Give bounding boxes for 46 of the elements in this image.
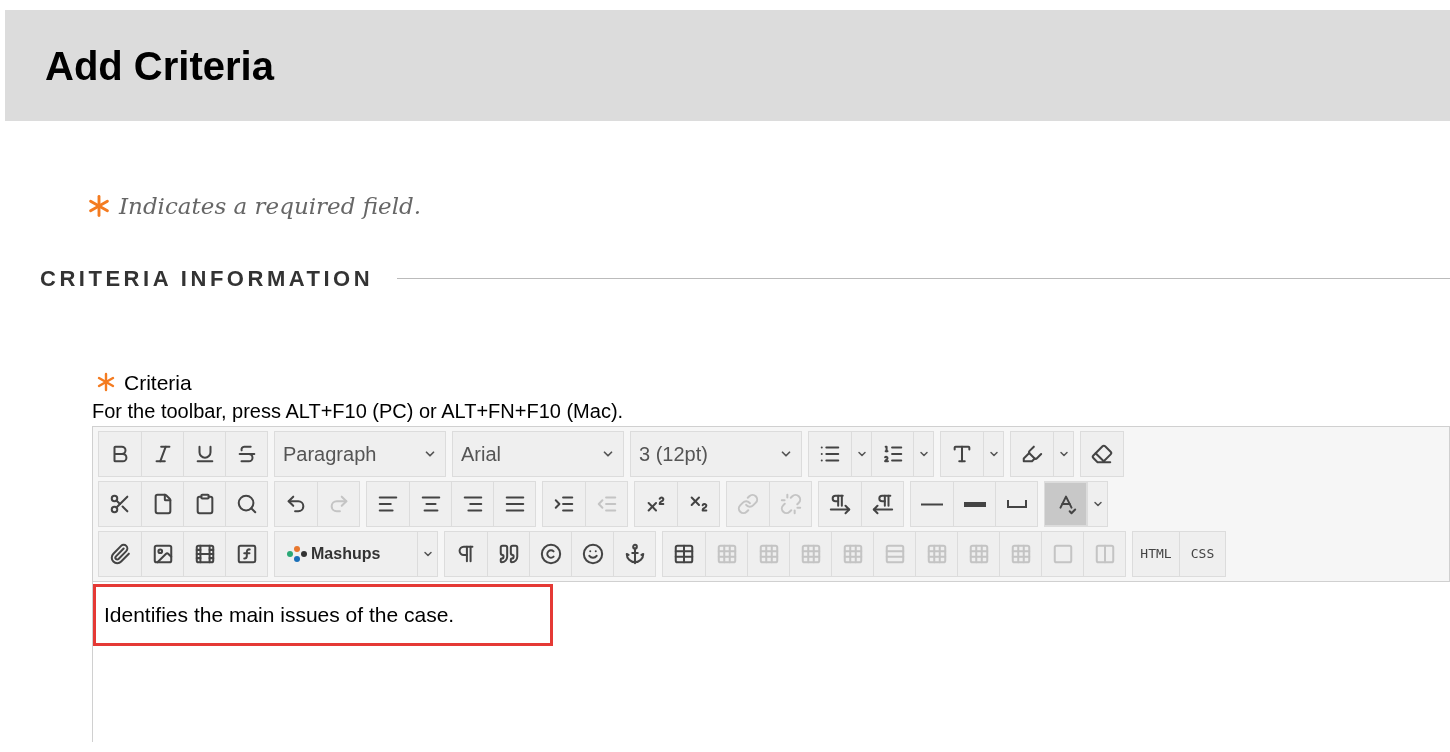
link-icon	[737, 493, 759, 515]
toolbar-button[interactable]	[1045, 482, 1087, 526]
smiley-icon	[581, 543, 604, 565]
highlighter-icon	[1021, 443, 1043, 465]
film-icon	[193, 543, 216, 565]
pilcrow-right-icon	[829, 493, 851, 515]
search-icon	[235, 493, 258, 515]
grid-icon	[1009, 543, 1032, 565]
required-note: Indicates a required field.	[119, 192, 422, 221]
grid-icon	[799, 543, 822, 565]
grid-icon	[925, 543, 948, 565]
columns-icon	[1093, 543, 1116, 565]
scissors-icon	[109, 493, 131, 515]
editor-text[interactable]: Identifies the main issues of the case.	[93, 584, 553, 646]
space-icon	[1006, 500, 1027, 508]
text-color-icon	[951, 443, 973, 465]
pilcrow-left-icon	[871, 493, 894, 515]
copyright-icon	[539, 543, 562, 565]
toolbar-button[interactable]: HTML	[1133, 532, 1179, 576]
quote-icon	[497, 543, 520, 565]
grid-icon	[715, 543, 738, 565]
unlink-icon	[779, 493, 802, 515]
grid-icon	[841, 543, 864, 565]
toolbar-select[interactable]: Paragraph	[275, 432, 445, 476]
toolbar-select[interactable]: Arial	[453, 432, 623, 476]
section-heading: CRITERIA INFORMATION	[40, 264, 374, 293]
toolbar-help: For the toolbar, press ALT+F10 (PC) or ALT+FN+F10 (Mac).	[92, 399, 625, 424]
numbered-list-icon	[881, 443, 904, 465]
eraser-icon	[1091, 443, 1113, 465]
page-title: Add Criteria	[45, 42, 274, 90]
paperclip-icon	[109, 543, 131, 565]
mashups-icon	[287, 546, 307, 562]
line-icon	[921, 502, 943, 506]
rows-icon	[883, 543, 906, 565]
asterisk-icon	[87, 194, 111, 219]
grid-icon	[757, 543, 780, 565]
grid-icon	[967, 543, 990, 565]
undo-icon	[285, 493, 307, 515]
table-icon	[673, 543, 695, 565]
field-label: Criteria	[124, 369, 192, 396]
toolbar-select[interactable]: 3 (12pt)	[631, 432, 801, 476]
image-icon	[151, 543, 174, 565]
square-icon	[1051, 543, 1074, 565]
toolbar-button[interactable]: CSS	[1179, 532, 1225, 576]
anchor-icon	[623, 543, 646, 565]
function-icon	[235, 543, 258, 565]
